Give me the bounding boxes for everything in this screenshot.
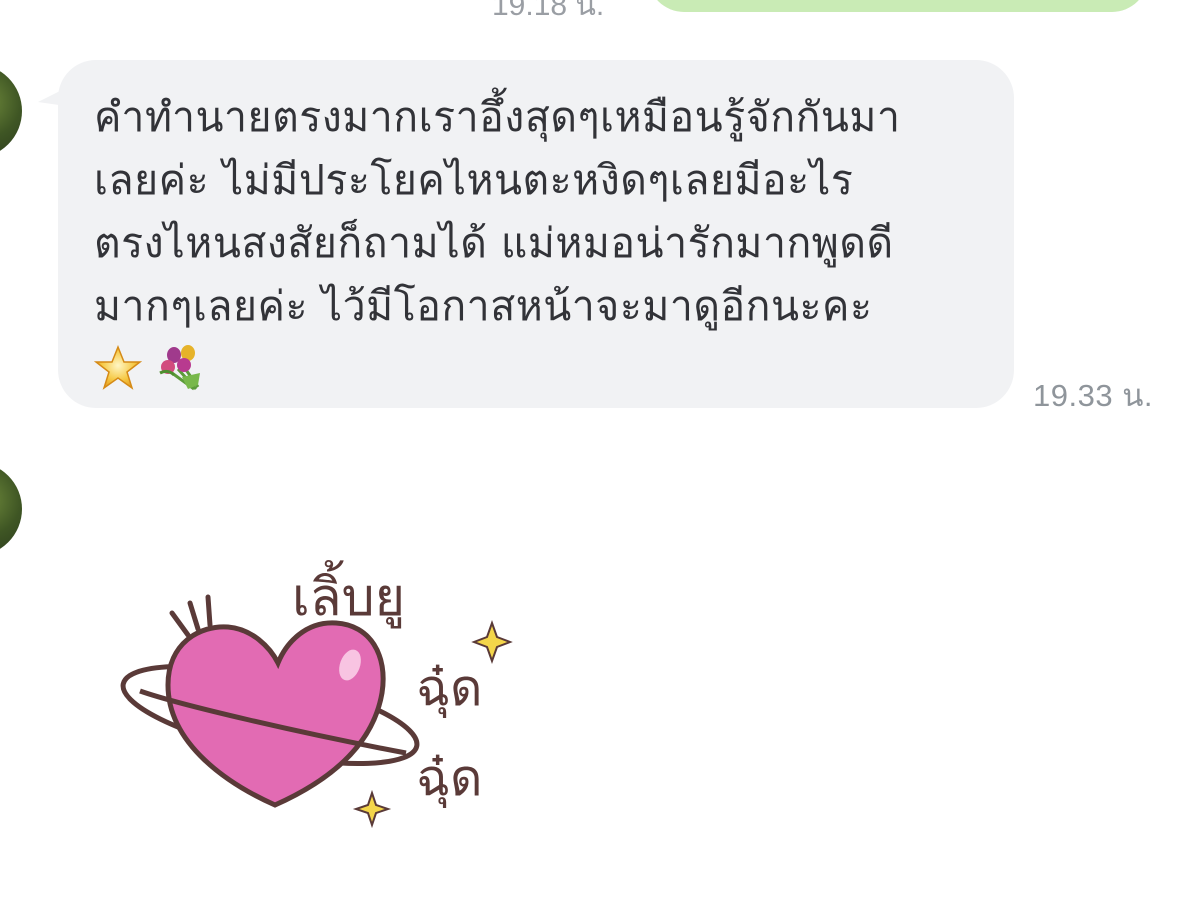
- previous-message-time: 19.18 น.: [492, 0, 605, 22]
- sticker-caption-line3: ฉุ๋ด: [416, 749, 483, 808]
- emoji-row: [94, 342, 984, 394]
- sticker-caption-line2: ฉุ๋ด: [416, 659, 483, 718]
- sender-avatar[interactable]: [0, 462, 22, 556]
- sender-avatar[interactable]: [0, 64, 22, 158]
- sticker-caption-line1: เลิ้บยู: [292, 560, 405, 629]
- bouquet-emoji: [159, 345, 200, 391]
- message-line: คำทำนายตรงมากเราอึ้งสุดๆเหมือนรู้จักกันม…: [94, 93, 901, 141]
- heart-planet-sticker-icon: เลิ้บยู ฉุ๋ด ฉุ๋ด: [120, 560, 513, 829]
- heart-sticker[interactable]: เลิ้บยู ฉุ๋ด ฉุ๋ด: [110, 515, 530, 855]
- message-text: คำทำนายตรงมากเราอึ้งสุดๆเหมือนรู้จักกันม…: [94, 86, 984, 338]
- incoming-message-bubble[interactable]: คำทำนายตรงมากเราอึ้งสุดๆเหมือนรู้จักกันม…: [58, 60, 1014, 408]
- message-time: 19.33 น.: [1033, 378, 1153, 413]
- chat-view: 19.18 น. คำทำนายตรงมากเราอึ้งสุดๆเหมือนร…: [0, 0, 1179, 903]
- previous-outgoing-bubble[interactable]: [648, 0, 1148, 12]
- message-line: มากๆเลยค่ะ ไว้มีโอกาสหน้าจะมาดูอีกนะคะ: [94, 282, 873, 330]
- message-line: ตรงไหนสงสัยก็ถามได้ แม่หมอน่ารักมากพูดดี: [94, 219, 894, 267]
- star-emoji: [94, 344, 142, 390]
- message-line: เลยค่ะ ไม่มีประโยคไหนตะหงิดๆเลยมีอะไร: [94, 156, 854, 204]
